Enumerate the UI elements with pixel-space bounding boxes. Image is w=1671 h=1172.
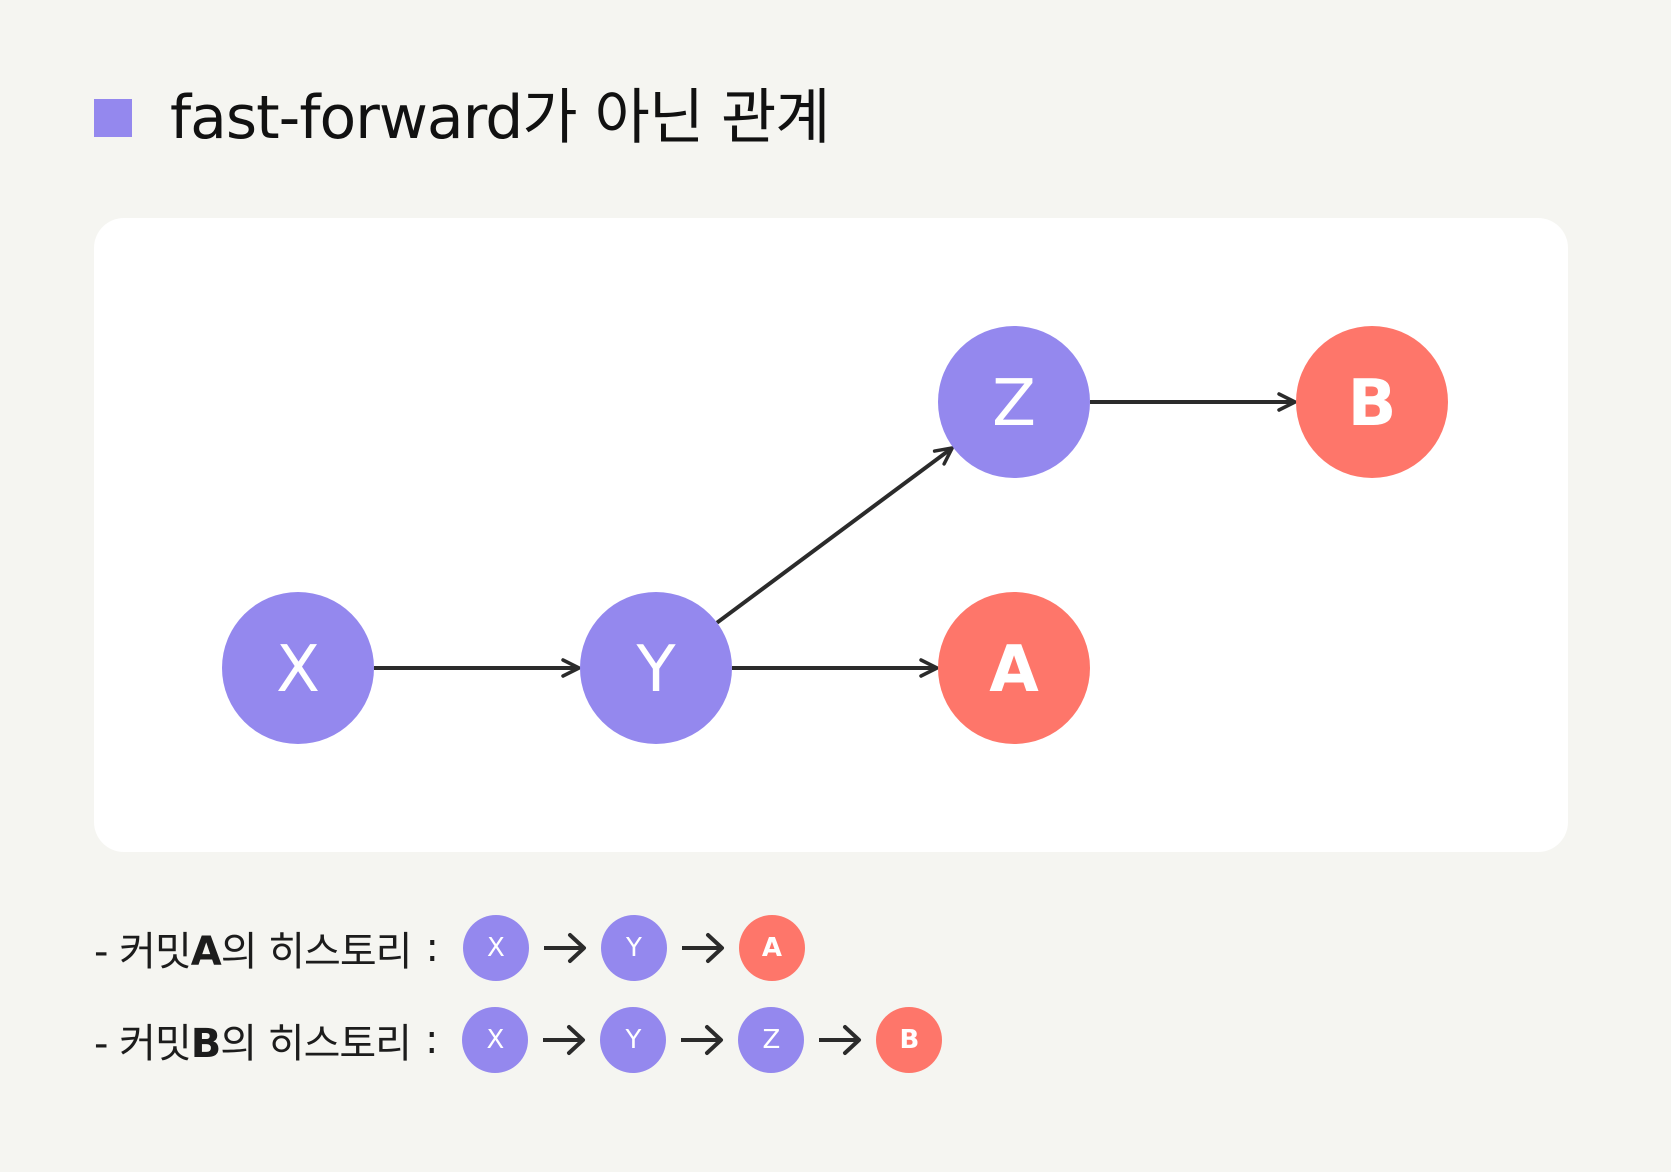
edges-layer xyxy=(374,392,1297,678)
history-row-a: - 커밋A의 히스토리 : X Y A xyxy=(94,915,805,981)
commit-chip-x: X xyxy=(462,1007,529,1073)
graph-panel: X Y Z A B xyxy=(94,218,1568,852)
colon: : xyxy=(425,925,439,971)
node-y: Y xyxy=(580,592,732,744)
title-row: fast-forward가 아닌 관계 xyxy=(94,83,831,153)
commit-chip-y: Y xyxy=(600,1007,667,1073)
node-x: X xyxy=(222,592,374,744)
commit-chip-b: B xyxy=(876,1007,943,1073)
history-chain: XYZB xyxy=(462,1007,943,1073)
commit-graph: X Y Z A B xyxy=(222,326,1448,744)
node-label: X xyxy=(276,633,320,707)
title-square-icon xyxy=(94,99,132,137)
history-chain: XYA xyxy=(462,915,805,981)
node-b: B xyxy=(1296,326,1448,478)
arrow-right-icon xyxy=(804,1007,876,1073)
node-label: Z xyxy=(992,367,1036,441)
node-a: A xyxy=(938,592,1090,744)
page-title: fast-forward가 아닌 관계 xyxy=(170,83,831,153)
edge-y-z xyxy=(715,446,954,625)
arrow-right-icon xyxy=(528,1007,600,1073)
commit-chip-x: X xyxy=(462,915,529,981)
history-label: - 커밋B의 히스토리 xyxy=(94,1021,412,1067)
commit-chip-a: A xyxy=(738,915,805,981)
colon: : xyxy=(424,1017,439,1063)
commit-name: B xyxy=(190,1021,221,1067)
node-label: A xyxy=(989,633,1039,707)
commit-chip-z: Z xyxy=(738,1007,805,1073)
arrow-right-icon xyxy=(666,1007,738,1073)
arrow-right-icon xyxy=(667,915,739,981)
node-label: Y xyxy=(635,633,676,707)
node-z: Z xyxy=(938,326,1090,478)
history-label: - 커밋A의 히스토리 xyxy=(94,929,412,975)
node-label: B xyxy=(1348,367,1397,441)
arrow-right-icon xyxy=(529,915,601,981)
commit-chip-y: Y xyxy=(600,915,667,981)
commit-name: A xyxy=(190,929,222,975)
history-row-b: - 커밋B의 히스토리 : X Y Z B xyxy=(94,1007,943,1073)
